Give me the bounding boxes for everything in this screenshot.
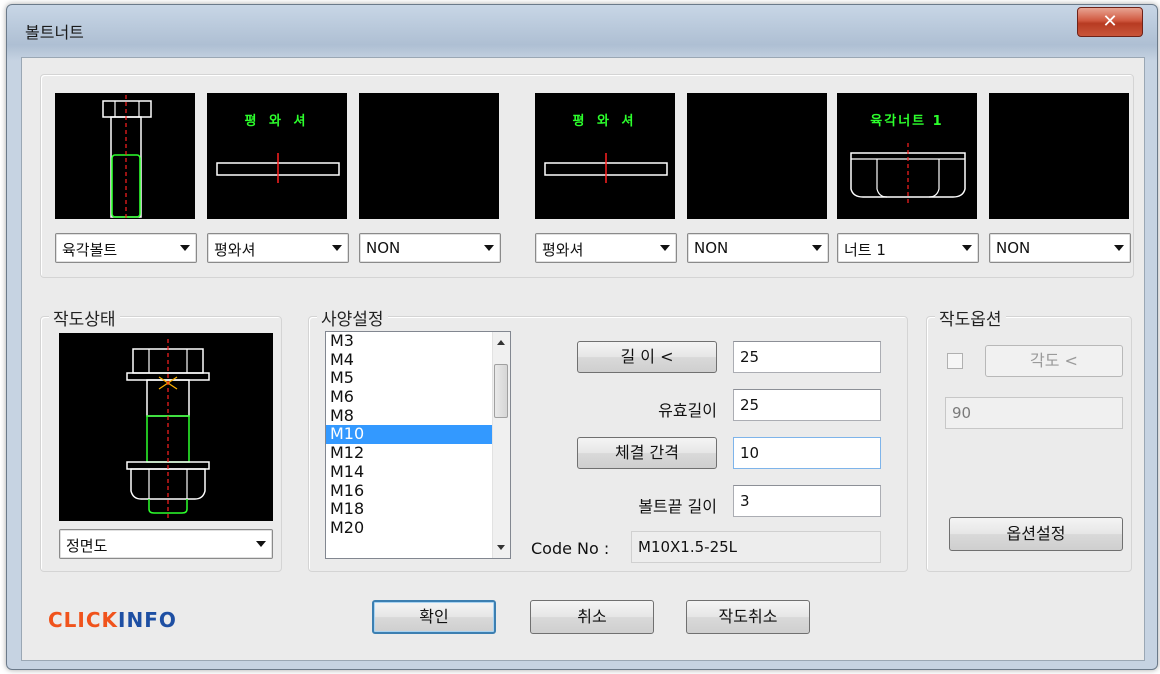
part-select-7[interactable]: NON bbox=[989, 233, 1131, 263]
logo-part-click: CLICK bbox=[48, 608, 119, 632]
part-select-3[interactable]: NON bbox=[359, 233, 501, 263]
effective-length-label: 유효길이 bbox=[658, 401, 717, 420]
part-select-1[interactable]: 육각볼트 bbox=[55, 233, 197, 263]
window-title: 볼트너트 bbox=[25, 23, 84, 42]
scroll-down-icon[interactable] bbox=[497, 545, 505, 550]
preview-empty-3 bbox=[989, 93, 1129, 219]
scroll-up-icon[interactable] bbox=[497, 340, 505, 345]
preview-label: 평 와 셔 bbox=[572, 114, 638, 129]
drawing-state-group: 작도상태 정면도 bbox=[40, 305, 282, 572]
dialog-client-area: 평 와 셔 평 와 셔 육각너트 1 육각볼트 평와셔 NON 평와셔 NON … bbox=[21, 57, 1145, 661]
part-select-6[interactable]: 너트 1 bbox=[837, 233, 979, 263]
dropdown-arrow-icon bbox=[484, 245, 494, 251]
preview-label: 육각너트 1 bbox=[870, 114, 944, 129]
list-item[interactable]: M20 bbox=[326, 518, 510, 538]
part-select-value: 평와셔 bbox=[542, 241, 584, 259]
drawing-options-group: 작도옵션 각도 < 90 옵션설정 bbox=[926, 305, 1132, 572]
list-item[interactable]: M5 bbox=[326, 369, 510, 388]
list-item-selected[interactable]: M10 bbox=[326, 425, 493, 445]
part-select-4[interactable]: 평와셔 bbox=[535, 233, 677, 263]
size-list: M3 M4 M5 M6 M8 M10 M12 M14 M16 M18 M20 bbox=[326, 332, 510, 538]
angle-checkbox[interactable] bbox=[947, 353, 963, 369]
preview-empty-2 bbox=[687, 93, 827, 219]
bolt-assembly-drawing bbox=[126, 339, 210, 519]
list-item[interactable]: M18 bbox=[326, 499, 510, 519]
dropdown-arrow-icon bbox=[660, 245, 670, 251]
assembly-preview bbox=[59, 333, 273, 521]
spec-group: 사양설정 M3 M4 M5 M6 M8 M10 M12 M14 M16 M18 … bbox=[308, 305, 908, 572]
view-select[interactable]: 정면도 bbox=[59, 529, 273, 559]
view-select-value: 정면도 bbox=[66, 537, 108, 555]
part-select-value: 너트 1 bbox=[844, 241, 886, 259]
list-item[interactable]: M8 bbox=[326, 406, 510, 426]
list-item[interactable]: M6 bbox=[326, 387, 510, 407]
length-field[interactable]: 25 bbox=[733, 341, 881, 373]
spec-label: 사양설정 bbox=[317, 305, 388, 330]
cancel-drawing-button[interactable]: 작도취소 bbox=[686, 600, 810, 634]
dropdown-arrow-icon bbox=[812, 245, 822, 251]
drawing-state-label: 작도상태 bbox=[49, 305, 120, 330]
length-button[interactable]: 길 이 < bbox=[577, 341, 717, 373]
dropdown-arrow-icon bbox=[962, 245, 972, 251]
list-scrollbar[interactable] bbox=[492, 332, 510, 558]
title-bar[interactable]: 볼트너트 ✕ bbox=[7, 5, 1157, 49]
dialog-window: 볼트너트 ✕ 평 와 셔 평 와 셔 육각너트 1 육각볼트 평와셔 NON 평… bbox=[6, 4, 1158, 670]
drawing-options-label: 작도옵션 bbox=[935, 305, 1006, 330]
angle-field[interactable]: 90 bbox=[945, 397, 1123, 429]
part-select-value: NON bbox=[996, 239, 1031, 257]
option-settings-button[interactable]: 옵션설정 bbox=[949, 517, 1123, 551]
code-no-field: M10X1.5-25L bbox=[631, 531, 881, 563]
clickinfo-logo: CLICKINFO bbox=[48, 608, 177, 632]
code-no-label: Code No : bbox=[531, 539, 610, 558]
list-item[interactable]: M16 bbox=[326, 481, 510, 501]
size-listbox[interactable]: M3 M4 M5 M6 M8 M10 M12 M14 M16 M18 M20 bbox=[325, 331, 511, 559]
preview-label: 평 와 셔 bbox=[244, 114, 310, 129]
angle-button[interactable]: 각도 < bbox=[985, 345, 1123, 377]
dropdown-arrow-icon bbox=[1114, 245, 1124, 251]
preview-empty-1 bbox=[359, 93, 499, 219]
clamp-gap-field[interactable]: 10 bbox=[733, 437, 881, 469]
list-item[interactable]: M14 bbox=[326, 462, 510, 482]
hex-bolt-drawing bbox=[102, 95, 152, 219]
dropdown-arrow-icon bbox=[180, 245, 190, 251]
part-select-value: NON bbox=[366, 239, 401, 257]
list-item[interactable]: M4 bbox=[326, 350, 510, 370]
part-select-value: NON bbox=[694, 239, 729, 257]
list-item[interactable]: M12 bbox=[326, 443, 510, 463]
dropdown-arrow-icon bbox=[332, 245, 342, 251]
assembly-group: 평 와 셔 평 와 셔 육각너트 1 육각볼트 평와셔 NON 평와셔 NON … bbox=[40, 74, 1134, 278]
preview-hex-nut: 육각너트 1 bbox=[837, 93, 977, 219]
tail-length-label: 볼트끝 길이 bbox=[638, 497, 717, 516]
list-item[interactable]: M3 bbox=[326, 332, 510, 351]
part-select-value: 육각볼트 bbox=[62, 241, 118, 259]
clamp-gap-button[interactable]: 체결 간격 bbox=[577, 437, 717, 469]
dropdown-arrow-icon bbox=[256, 541, 266, 547]
tail-length-field[interactable]: 3 bbox=[733, 485, 881, 517]
effective-length-field[interactable]: 25 bbox=[733, 389, 881, 421]
close-button[interactable]: ✕ bbox=[1077, 7, 1143, 37]
part-select-2[interactable]: 평와셔 bbox=[207, 233, 349, 263]
cancel-button[interactable]: 취소 bbox=[530, 600, 654, 634]
part-select-5[interactable]: NON bbox=[687, 233, 829, 263]
logo-part-info: INFO bbox=[118, 608, 177, 632]
part-select-value: 평와셔 bbox=[214, 241, 256, 259]
preview-flat-washer-1: 평 와 셔 bbox=[207, 93, 347, 219]
preview-flat-washer-2: 평 와 셔 bbox=[535, 93, 675, 219]
ok-button[interactable]: 확인 bbox=[372, 600, 496, 634]
preview-hex-bolt bbox=[55, 93, 195, 219]
scroll-thumb[interactable] bbox=[494, 364, 508, 418]
